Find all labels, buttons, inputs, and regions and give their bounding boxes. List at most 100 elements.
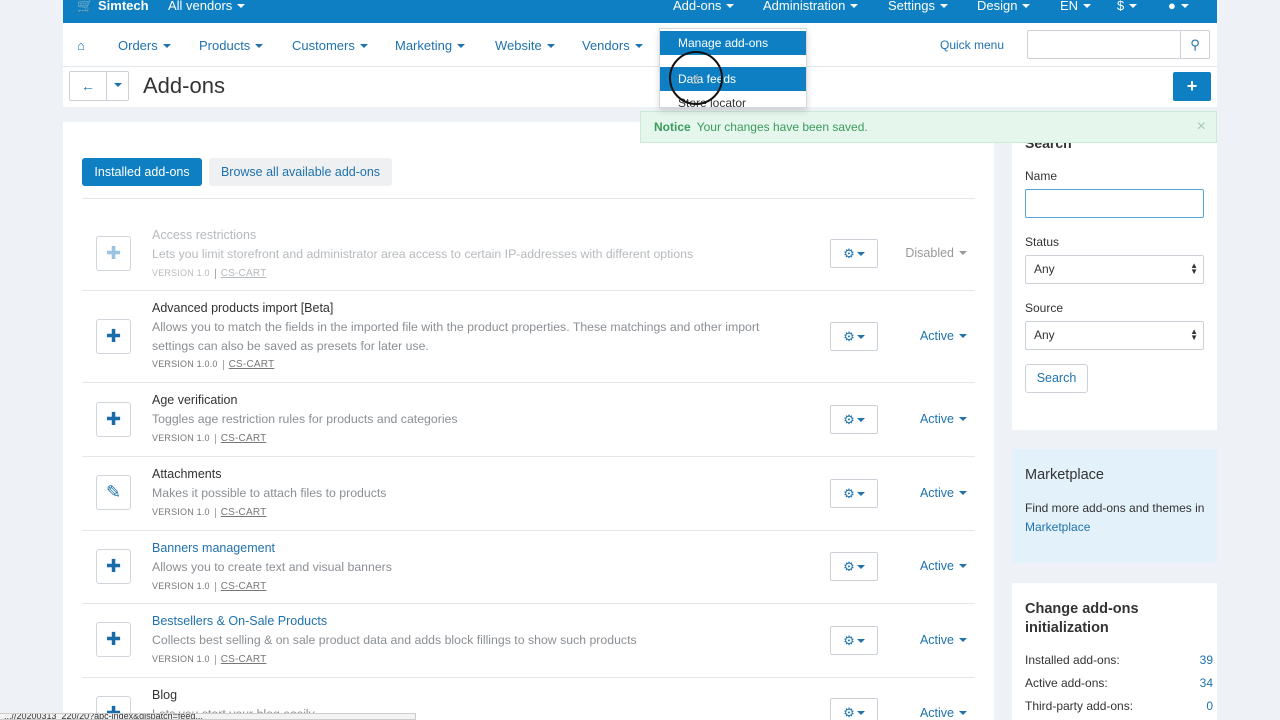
source-select-value: Any bbox=[1034, 328, 1055, 342]
addon-status-label: Active bbox=[919, 486, 954, 500]
stat-value[interactable]: 39 bbox=[1200, 653, 1213, 667]
addons-panel: Installed add-ons Browse all available a… bbox=[63, 122, 994, 720]
menu-settings-label: Settings bbox=[888, 0, 935, 13]
marketplace-link[interactable]: Marketplace bbox=[1025, 520, 1090, 534]
addon-description: Makes it possible to attach files to pro… bbox=[152, 486, 387, 500]
search-icon[interactable]: ⚲ bbox=[1180, 30, 1210, 59]
addon-status-label: Active bbox=[919, 559, 954, 573]
chevron-down-icon bbox=[457, 43, 466, 48]
menu-currency[interactable]: $ bbox=[1117, 0, 1138, 23]
chevron-down-icon bbox=[1180, 3, 1189, 8]
user-menu[interactable]: ● bbox=[1168, 0, 1189, 23]
nav-customers-label: Customers bbox=[292, 38, 355, 53]
nav-products-label: Products bbox=[199, 38, 251, 53]
addon-status-dropdown[interactable]: Active bbox=[920, 559, 967, 573]
chevron-down-icon bbox=[850, 3, 859, 8]
addon-name[interactable]: Age verification bbox=[152, 393, 237, 407]
source-select[interactable]: Any ▲ ▼ bbox=[1025, 321, 1204, 350]
addon-description: Lets you limit storefront and administra… bbox=[152, 247, 694, 261]
tab-browse-addons[interactable]: Browse all available add-ons bbox=[209, 158, 392, 186]
nav-marketing[interactable]: Marketing bbox=[395, 38, 466, 53]
addon-settings-button[interactable]: ⚙ bbox=[830, 322, 878, 351]
addon-author-link[interactable]: CS-CART bbox=[229, 359, 275, 370]
search-button[interactable]: Search bbox=[1025, 364, 1088, 393]
addon-settings-button[interactable]: ⚙ bbox=[830, 405, 878, 434]
addon-status-dropdown[interactable]: Active bbox=[920, 329, 967, 343]
menu-item-manage-addons[interactable]: Manage add-ons bbox=[660, 31, 806, 55]
addon-status-dropdown[interactable]: Active bbox=[920, 486, 967, 500]
menu-administration[interactable]: Administration bbox=[763, 0, 859, 23]
page-title: Add-ons bbox=[143, 73, 225, 98]
browser-status-bar: ...//20200313_220/20?abc-index&dispatch=… bbox=[0, 713, 416, 720]
puzzle-icon: ✚ bbox=[96, 319, 131, 354]
addon-status-dropdown[interactable]: Active bbox=[920, 633, 967, 647]
addon-author-link[interactable]: CS-CART bbox=[221, 581, 267, 592]
title-bar: ← Add-ons + bbox=[63, 67, 1217, 107]
chevron-down-icon bbox=[359, 43, 368, 48]
menu-design[interactable]: Design bbox=[977, 0, 1031, 23]
tab-installed-addons[interactable]: Installed add-ons bbox=[82, 158, 202, 186]
status-select[interactable]: Any ▲ ▼ bbox=[1025, 255, 1204, 284]
menu-language[interactable]: EN bbox=[1060, 0, 1092, 23]
select-arrows-icon: ▲ ▼ bbox=[1190, 261, 1198, 276]
top-bar: 🛒 Simtech All vendors Add-ons Administra… bbox=[63, 0, 1217, 23]
search-sidebar: Search Name Status Any ▲ ▼ Source Any ▲ ▼ Se… bbox=[1012, 122, 1217, 430]
vendors-switcher[interactable]: All vendors bbox=[168, 0, 246, 23]
addon-status-dropdown[interactable]: Disabled bbox=[905, 246, 967, 260]
nav-orders[interactable]: Orders bbox=[118, 38, 171, 53]
gear-icon: ⚙ bbox=[843, 412, 855, 427]
addon-author-link[interactable]: CS-CART bbox=[221, 433, 267, 444]
hand-pointer-icon: ☝ bbox=[691, 71, 700, 87]
home-icon[interactable]: ⌂ bbox=[77, 38, 85, 53]
addon-name[interactable]: Bestsellers & On-Sale Products bbox=[152, 614, 327, 628]
stat-value[interactable]: 0 bbox=[1206, 699, 1213, 713]
addon-settings-button[interactable]: ⚙ bbox=[830, 626, 878, 655]
stat-value[interactable]: 34 bbox=[1200, 676, 1213, 690]
menu-administration-label: Administration bbox=[763, 0, 846, 13]
store-name[interactable]: Simtech bbox=[98, 0, 149, 23]
nav-website-label: Website bbox=[495, 38, 542, 53]
menu-addons[interactable]: Add-ons bbox=[673, 0, 735, 23]
addon-author-link[interactable]: CS-CART bbox=[221, 654, 267, 665]
quick-menu-link[interactable]: Quick menu bbox=[940, 38, 1004, 52]
add-addon-button[interactable]: + bbox=[1173, 72, 1211, 101]
puzzle-icon: ✚ bbox=[96, 549, 131, 584]
chevron-down-icon bbox=[939, 3, 948, 8]
history-dropdown[interactable] bbox=[106, 71, 129, 101]
addon-version: VERSION 1.0 bbox=[152, 581, 210, 591]
notice-label: Notice bbox=[654, 120, 691, 134]
nav-products[interactable]: Products bbox=[199, 38, 264, 53]
addon-meta: VERSION 1.0 CS-CART bbox=[152, 268, 266, 279]
addon-settings-button[interactable]: ⚙ bbox=[830, 552, 878, 581]
nav-website[interactable]: Website bbox=[495, 38, 555, 53]
addon-meta: VERSION 1.0 CS-CART bbox=[152, 507, 266, 518]
nav-vendors-label: Vendors bbox=[582, 38, 630, 53]
addon-settings-button[interactable]: ⚙ bbox=[830, 479, 878, 508]
addon-name[interactable]: Attachments bbox=[152, 467, 221, 481]
puzzle-icon: ✚ bbox=[96, 236, 131, 271]
addon-name[interactable]: Blog bbox=[152, 688, 177, 702]
stat-installed: Installed add-ons: 39 bbox=[1025, 653, 1213, 667]
addon-name[interactable]: Banners management bbox=[152, 541, 275, 555]
chevron-down-icon bbox=[1022, 3, 1031, 8]
name-label: Name bbox=[1025, 169, 1058, 183]
addon-status-dropdown[interactable]: Active bbox=[920, 706, 967, 720]
nav-customers[interactable]: Customers bbox=[292, 38, 368, 53]
addon-author-link[interactable]: CS-CART bbox=[221, 507, 267, 518]
close-icon[interactable]: × bbox=[1197, 112, 1206, 142]
addon-settings-button[interactable]: ⚙ bbox=[830, 698, 878, 720]
addon-author-link[interactable]: CS-CART bbox=[221, 268, 267, 279]
addon-status-label: Disabled bbox=[905, 246, 954, 260]
marketplace-description: Find more add-ons and themes in bbox=[1025, 501, 1205, 515]
addon-name[interactable]: Advanced products import [Beta] bbox=[152, 301, 333, 315]
addon-status-dropdown[interactable]: Active bbox=[920, 412, 967, 426]
addon-settings-button[interactable]: ⚙ bbox=[830, 239, 878, 268]
global-search-input[interactable] bbox=[1027, 30, 1181, 59]
menu-settings[interactable]: Settings bbox=[888, 0, 948, 23]
name-field[interactable] bbox=[1025, 189, 1204, 218]
back-button[interactable]: ← bbox=[69, 71, 107, 101]
select-arrows-icon: ▲ ▼ bbox=[1190, 327, 1198, 342]
nav-vendors[interactable]: Vendors bbox=[582, 38, 643, 53]
notice-banner: Notice Your changes have been saved. × bbox=[640, 111, 1217, 143]
gear-icon: ⚙ bbox=[843, 246, 855, 261]
